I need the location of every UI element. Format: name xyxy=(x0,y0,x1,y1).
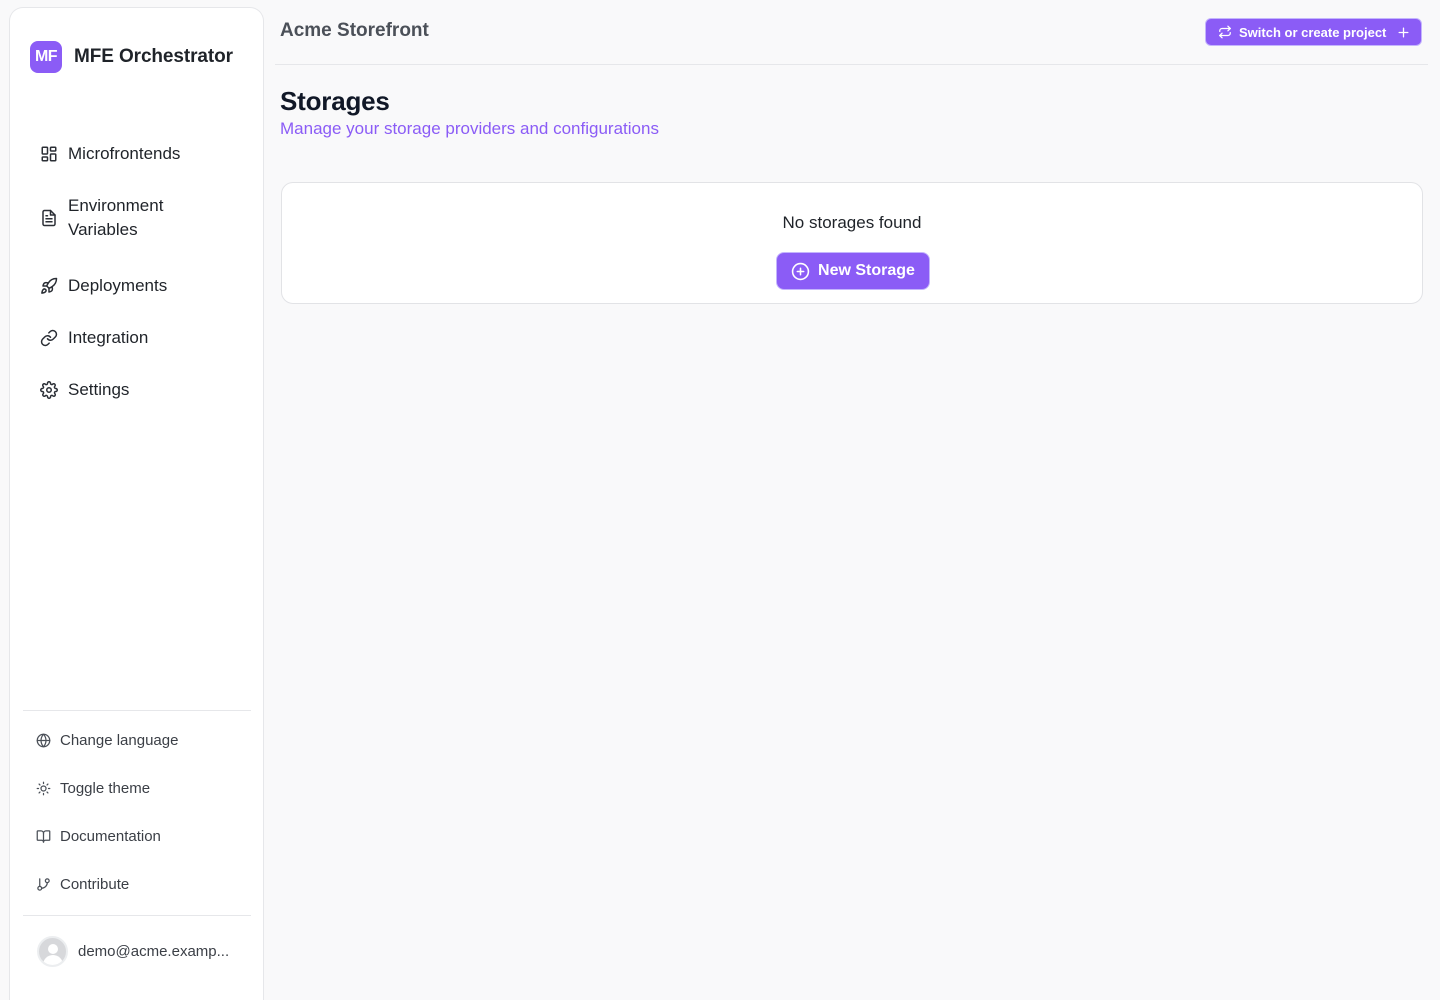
gear-icon xyxy=(40,381,58,399)
header-divider xyxy=(275,64,1428,65)
sun-icon xyxy=(36,781,51,796)
sidebar-item-integration[interactable]: Integration xyxy=(30,326,250,350)
sidebar-item-microfrontends[interactable]: Microfrontends xyxy=(30,142,250,166)
toggle-theme-label: Toggle theme xyxy=(60,780,151,797)
rocket-icon xyxy=(40,277,58,295)
switch-project-button[interactable]: Switch or create project xyxy=(1205,18,1422,46)
sidebar-item-environment-variables[interactable]: Environment Variables xyxy=(30,194,250,242)
contribute-link[interactable]: Contribute xyxy=(36,876,246,893)
new-storage-button[interactable]: New Storage xyxy=(776,252,930,290)
sidebar-item-label: Microfrontends xyxy=(68,144,181,163)
page-title: Storages xyxy=(280,86,390,116)
user-email: demo@acme.examp... xyxy=(78,943,230,960)
sidebar-item-label: Integration xyxy=(68,328,149,347)
switch-project-label: Switch or create project xyxy=(1239,24,1387,40)
project-name: Acme Storefront xyxy=(280,20,429,41)
plus-icon xyxy=(1397,26,1410,39)
contribute-label: Contribute xyxy=(60,876,130,893)
plus-circle-icon xyxy=(791,262,810,281)
change-language-button[interactable]: Change language xyxy=(36,732,246,749)
document-icon xyxy=(40,209,58,227)
empty-state-card: No storages found New Storage xyxy=(281,182,1423,304)
globe-icon xyxy=(36,733,51,748)
avatar xyxy=(37,936,68,967)
change-language-label: Change language xyxy=(60,732,179,749)
sidebar-item-label: Deployments xyxy=(68,276,168,295)
page-subtitle: Manage your storage providers and config… xyxy=(280,119,659,138)
sidebar-divider xyxy=(23,710,251,711)
brand-logo: MF xyxy=(30,41,62,73)
git-branch-icon xyxy=(36,877,51,892)
new-storage-label: New Storage xyxy=(818,262,915,279)
sidebar-item-label: Settings xyxy=(68,380,130,399)
documentation-link[interactable]: Documentation xyxy=(36,828,246,845)
link-icon xyxy=(40,329,58,347)
sidebar-item-settings[interactable]: Settings xyxy=(30,378,250,402)
grid-icon xyxy=(40,145,58,163)
sidebar: MF MFE Orchestrator Microfrontends Envir… xyxy=(9,7,264,1000)
user-menu[interactable]: demo@acme.examp... xyxy=(37,936,229,967)
toggle-theme-button[interactable]: Toggle theme xyxy=(36,780,246,797)
brand[interactable]: MF MFE Orchestrator xyxy=(30,41,233,73)
brand-name: MFE Orchestrator xyxy=(74,46,233,67)
documentation-label: Documentation xyxy=(60,828,161,845)
sidebar-item-deployments[interactable]: Deployments xyxy=(30,274,250,298)
switch-icon xyxy=(1218,25,1232,39)
sidebar-divider xyxy=(23,915,251,916)
empty-state-message: No storages found xyxy=(782,213,922,232)
sidebar-item-label: Environment Variables xyxy=(68,196,164,239)
book-icon xyxy=(36,829,51,844)
